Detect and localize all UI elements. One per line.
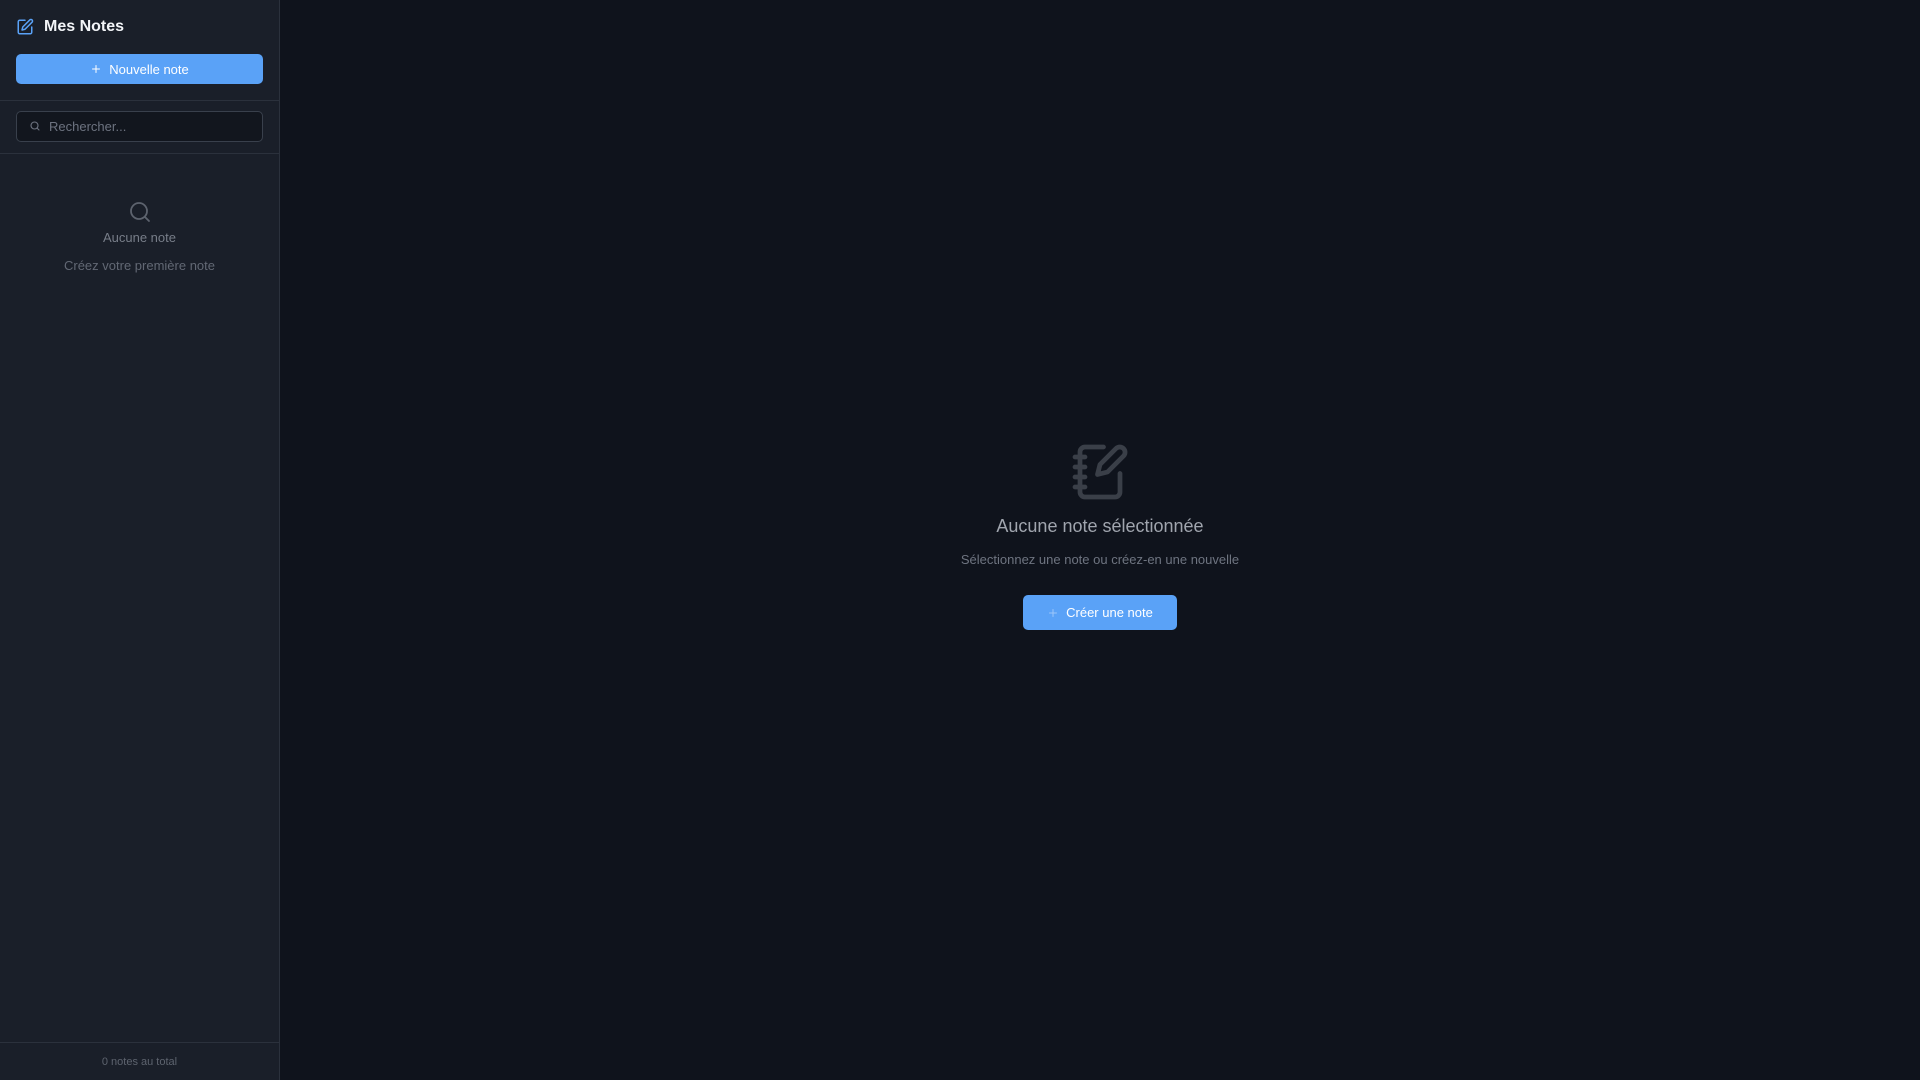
notes-list: Aucune note Créez votre première note (0, 154, 279, 1042)
sidebar: Mes Notes Nouvelle note Aucune note (0, 0, 280, 1080)
empty-list-title: Aucune note (102, 230, 176, 245)
notes-count: 0 notes au total (0, 1042, 279, 1080)
app-root: Mes Notes Nouvelle note Aucune note (0, 0, 1920, 1080)
main-panel: Aucune note sélectionnée Sélectionnez un… (280, 0, 1920, 1080)
new-note-label: Nouvelle note (109, 61, 189, 77)
empty-list-subtitle: Créez votre première note (63, 258, 215, 273)
search-icon (29, 120, 42, 133)
plus-icon (1047, 607, 1059, 619)
empty-editor-title: Aucune note sélectionnée (996, 516, 1204, 536)
brand: Mes Notes (16, 0, 263, 54)
search-icon (128, 200, 152, 224)
note-edit-icon (16, 17, 36, 37)
plus-icon (90, 63, 102, 75)
new-note-button[interactable]: Nouvelle note (16, 54, 263, 84)
search-box[interactable] (16, 111, 263, 142)
search-input[interactable] (49, 119, 249, 134)
empty-editor-subtitle: Sélectionnez une note ou créez-en une no… (960, 552, 1240, 567)
app-title: Mes Notes (44, 18, 125, 35)
notebook-pen-icon (1070, 442, 1130, 502)
create-note-label: Créer une note (1066, 605, 1153, 620)
search-section (0, 101, 279, 154)
sidebar-header: Mes Notes Nouvelle note (0, 0, 279, 101)
create-note-button[interactable]: Créer une note (1023, 595, 1177, 630)
